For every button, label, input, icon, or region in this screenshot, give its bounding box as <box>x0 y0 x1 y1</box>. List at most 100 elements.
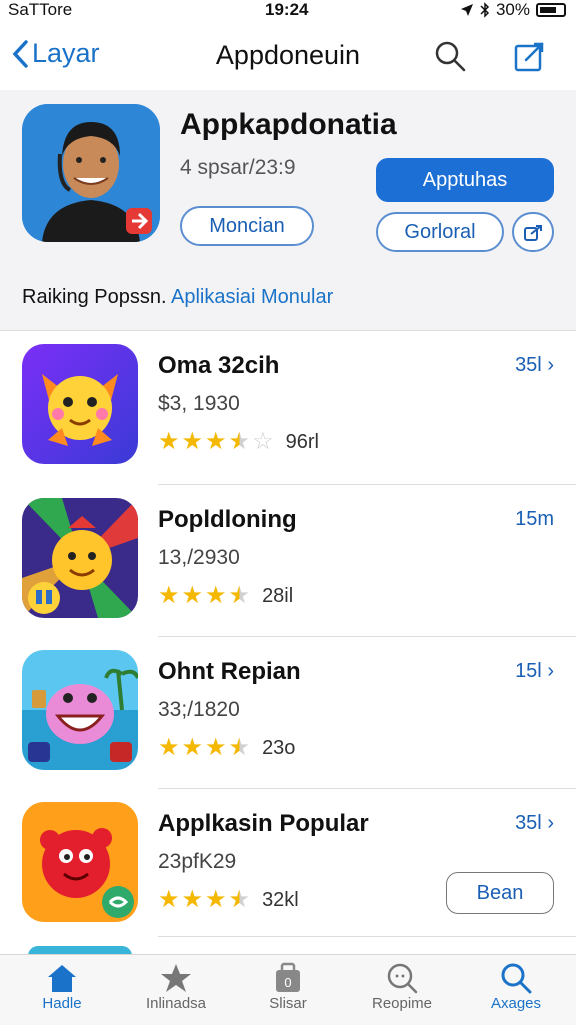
star-icon: ★ <box>158 734 180 761</box>
star-half-icon: ★ <box>228 734 251 761</box>
app-subtitle: 33;/1820 <box>158 698 240 721</box>
star-icon: ★ <box>158 582 180 609</box>
app-name: Popldloning <box>158 506 297 533</box>
app-name: Ohnt Repian <box>158 658 301 685</box>
rating-stars: ★ ★ ★ ★ ☆ 96rl <box>158 430 319 454</box>
tab-label: Slisar <box>269 995 307 1012</box>
share-button[interactable] <box>512 212 554 252</box>
rating-count: 23o <box>262 736 296 759</box>
status-right: 30% <box>460 0 566 20</box>
rating-count: 28il <box>262 584 294 607</box>
navigation-bar: Layar Appdoneuin <box>0 28 576 84</box>
tab-updates[interactable]: Reopime <box>352 961 452 1012</box>
cat-character-icon <box>22 344 138 464</box>
star-icon: ★ <box>205 582 227 609</box>
app-size-label: 35l <box>515 354 542 376</box>
list-item[interactable]: Popldloning 13,/2930 ★ ★ ★ ★ 28il 15m <box>0 484 576 634</box>
star-icon: ★ <box>158 886 180 913</box>
ranking-caption: Raiking Popssn. Aplikasiai Monular <box>22 286 333 309</box>
star-half-icon: ★ <box>228 886 251 913</box>
tab-label: Reopime <box>371 995 433 1012</box>
sun-character-icon <box>22 498 138 618</box>
star-half-icon: ★ <box>228 582 251 609</box>
app-size[interactable]: 15m <box>515 508 554 531</box>
featured-app-icon[interactable] <box>22 104 160 242</box>
open-button[interactable]: Bean <box>446 872 554 914</box>
app-subtitle: 13,/2930 <box>158 546 240 569</box>
star-icon: ★ <box>205 734 227 761</box>
star-half-icon: ★ <box>228 428 251 455</box>
location-icon <box>460 4 473 16</box>
tab-label: Hadle <box>42 995 82 1012</box>
ranking-link[interactable]: Aplikasiai Monular <box>171 286 333 308</box>
star-icon <box>161 964 191 992</box>
star-icon: ★ <box>181 886 204 913</box>
rating-count: 32kl <box>262 888 299 911</box>
details-button[interactable]: Moncian <box>180 206 314 246</box>
page-title: Appdoneuin <box>215 40 361 70</box>
compose-button[interactable] <box>514 40 546 77</box>
compose-icon <box>514 42 544 72</box>
app-icon <box>22 344 138 464</box>
row-divider <box>158 936 576 937</box>
chevron-right-icon: › <box>547 354 554 376</box>
app-size[interactable]: 35l › <box>515 812 554 835</box>
tab-label: Axages <box>490 995 542 1012</box>
app-subtitle: $3, 1930 <box>158 392 240 415</box>
star-icon: ★ <box>205 428 227 455</box>
featured-app-subtitle: 4 spsar/23:9 <box>180 156 296 179</box>
get-button[interactable]: Apptuhas <box>376 158 554 202</box>
share-icon <box>524 225 542 241</box>
star-icon: ★ <box>181 582 204 609</box>
app-size-label: 15l <box>515 660 542 682</box>
home-icon <box>48 965 76 992</box>
tab-bar: Hadle Inlinadsa 0 Slisar Reopime Axages <box>0 954 576 1025</box>
tab-search[interactable]: Axages <box>466 961 566 1012</box>
tab-home[interactable]: Hadle <box>12 961 112 1012</box>
featured-app-name: Appkapdonatia <box>180 108 397 141</box>
app-icon <box>22 802 138 922</box>
featured-app-card: Appkapdonatia 4 spsar/23:9 Apptuhas Monc… <box>0 90 576 330</box>
apps-icon: 0 <box>276 962 300 992</box>
rating-count: 96rl <box>285 430 319 453</box>
rating-stars: ★ ★ ★ ★ 23o <box>158 736 295 760</box>
list-item[interactable]: Ohnt Repian 33;/1820 ★ ★ ★ ★ 23o 15l › <box>0 636 576 786</box>
chevron-right-icon: › <box>547 660 554 682</box>
battery-percent: 30% <box>495 0 530 19</box>
rating-stars: ★ ★ ★ ★ 32kl <box>158 888 299 912</box>
list-item[interactable]: Oma 32cih $3, 1930 ★ ★ ★ ★ ☆ 96rl 35l › <box>0 330 576 480</box>
secondary-action-button[interactable]: Gorloral <box>376 212 504 252</box>
status-time: 19:24 <box>265 0 309 19</box>
ranking-label: Raiking Popssn. <box>22 286 167 308</box>
star-icon: ★ <box>181 734 204 761</box>
status-bar: SaTTore 19:24 30% <box>0 0 576 22</box>
app-subtitle: 23pfK29 <box>158 850 237 873</box>
app-icon <box>22 650 138 770</box>
star-icon: ★ <box>181 428 204 455</box>
tab-label: Inlinadsa <box>145 995 207 1012</box>
tab-featured[interactable]: Inlinadsa <box>126 961 226 1012</box>
smiling-creature-icon <box>22 650 138 770</box>
red-monster-icon <box>22 802 138 922</box>
list-item[interactable]: Applkasin Popular 23pfK29 ★ ★ ★ ★ 32kl 3… <box>0 788 576 938</box>
bluetooth-icon <box>480 2 490 18</box>
app-size-label: 15m <box>515 508 554 530</box>
app-size-label: 35l <box>515 812 542 834</box>
rating-stars: ★ ★ ★ ★ 28il <box>158 584 293 608</box>
carrier-label: SaTTore <box>8 0 73 19</box>
search-circle-icon <box>387 963 418 994</box>
app-name: Oma 32cih <box>158 352 280 379</box>
app-name: Applkasin Popular <box>158 810 369 837</box>
star-icon: ★ <box>158 428 180 455</box>
search-icon <box>435 41 466 72</box>
app-size[interactable]: 15l › <box>515 660 554 683</box>
app-size[interactable]: 35l › <box>515 354 554 377</box>
svg-text:0: 0 <box>284 975 291 990</box>
search-button[interactable] <box>434 40 466 77</box>
tab-apps[interactable]: 0 Slisar <box>238 961 338 1012</box>
star-icon: ★ <box>205 886 227 913</box>
app-icon <box>22 498 138 618</box>
person-avatar-icon <box>22 104 160 242</box>
battery-icon <box>536 3 566 17</box>
star-empty-icon: ☆ <box>252 428 274 455</box>
